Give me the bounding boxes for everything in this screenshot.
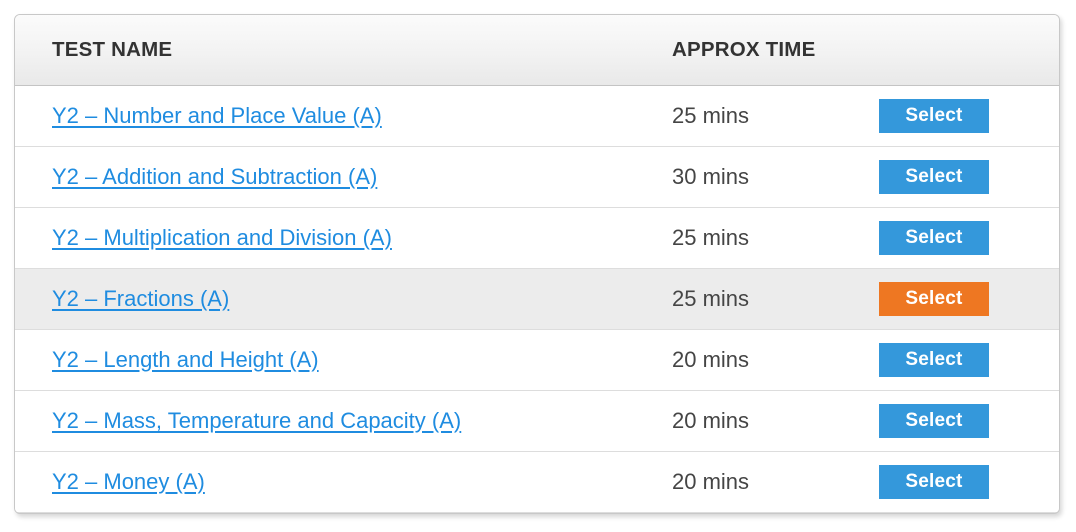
table-row: Y2 – Addition and Subtraction (A) 30 mins… — [15, 146, 1059, 208]
approx-time-value: 30 mins — [672, 163, 750, 189]
test-name-link[interactable]: Y2 – Mass, Temperature and Capacity (A) — [52, 408, 461, 433]
table-row: Y2 – Fractions (A) 25 mins Select — [15, 268, 1059, 330]
table-header: TEST NAME APPROX TIME — [15, 15, 1059, 86]
cell-approx-time: 25 mins — [605, 207, 865, 269]
action-wrapper: Select — [865, 281, 1059, 316]
test-name-link[interactable]: Y2 – Addition and Subtraction (A) — [52, 164, 377, 189]
cell-test-name: Y2 – Number and Place Value (A) — [15, 85, 605, 147]
test-list-panel: TEST NAME APPROX TIME Y2 – Number and Pl… — [14, 14, 1060, 514]
action-wrapper: Select — [865, 220, 1059, 255]
table-row: Y2 – Money (A) 20 mins Select — [15, 451, 1059, 513]
column-header-action — [865, 15, 1059, 86]
action-wrapper: Select — [865, 98, 1059, 133]
table-row: Y2 – Length and Height (A) 20 mins Select — [15, 329, 1059, 391]
cell-approx-time: 25 mins — [605, 85, 865, 147]
column-header-approx-time: APPROX TIME — [605, 15, 865, 86]
column-header-test-name: TEST NAME — [15, 15, 605, 86]
cell-action: Select — [865, 451, 1059, 513]
approx-time-value: 20 mins — [672, 407, 750, 433]
table-row: Y2 – Number and Place Value (A) 25 mins Se… — [15, 85, 1059, 147]
test-name-link[interactable]: Y2 – Fractions (A) — [52, 286, 229, 311]
approx-time-value: 25 mins — [672, 102, 750, 128]
approx-time-value: 25 mins — [672, 285, 750, 311]
action-wrapper: Select — [865, 159, 1059, 194]
test-name-link[interactable]: Y2 – Length and Height (A) — [52, 347, 319, 372]
select-button[interactable]: Select — [879, 342, 989, 377]
test-name-link[interactable]: Y2 – Money (A) — [52, 469, 205, 494]
table-row: Y2 – Mass, Temperature and Capacity (A) 2… — [15, 390, 1059, 452]
select-button[interactable]: Select — [879, 220, 989, 255]
cell-action: Select — [865, 329, 1059, 391]
cell-approx-time: 20 mins — [605, 329, 865, 391]
cell-approx-time: 20 mins — [605, 390, 865, 452]
select-button[interactable]: Select — [879, 159, 989, 194]
cell-test-name: Y2 – Multiplication and Division (A) — [15, 207, 605, 269]
approx-time-value: 20 mins — [672, 346, 750, 372]
cell-test-name: Y2 – Addition and Subtraction (A) — [15, 146, 605, 208]
cell-action: Select — [865, 85, 1059, 147]
test-name-link[interactable]: Y2 – Number and Place Value (A) — [52, 103, 382, 128]
cell-approx-time: 25 mins — [605, 268, 865, 330]
select-button[interactable]: Select — [879, 464, 989, 499]
action-wrapper: Select — [865, 342, 1059, 377]
cell-action: Select — [865, 390, 1059, 452]
action-wrapper: Select — [865, 464, 1059, 499]
cell-test-name: Y2 – Money (A) — [15, 451, 605, 513]
select-button[interactable]: Select — [879, 403, 989, 438]
cell-action: Select — [865, 207, 1059, 269]
cell-approx-time: 30 mins — [605, 146, 865, 208]
cell-test-name: Y2 – Length and Height (A) — [15, 329, 605, 391]
test-name-link[interactable]: Y2 – Multiplication and Division (A) — [52, 225, 392, 250]
action-wrapper: Select — [865, 403, 1059, 438]
table-header-row: TEST NAME APPROX TIME — [15, 15, 1059, 86]
table-row: Y2 – Multiplication and Division (A) 25 m… — [15, 207, 1059, 269]
approx-time-value: 25 mins — [672, 224, 750, 250]
cell-test-name: Y2 – Fractions (A) — [15, 268, 605, 330]
select-button[interactable]: Select — [879, 281, 989, 316]
table-body: Y2 – Number and Place Value (A) 25 mins Se… — [15, 85, 1059, 513]
cell-action: Select — [865, 146, 1059, 208]
select-button[interactable]: Select — [879, 98, 989, 133]
cell-approx-time: 20 mins — [605, 451, 865, 513]
approx-time-value: 20 mins — [672, 468, 750, 494]
cell-action: Select — [865, 268, 1059, 330]
test-list-table: TEST NAME APPROX TIME Y2 – Number and Pl… — [15, 15, 1059, 513]
cell-test-name: Y2 – Mass, Temperature and Capacity (A) — [15, 390, 605, 452]
